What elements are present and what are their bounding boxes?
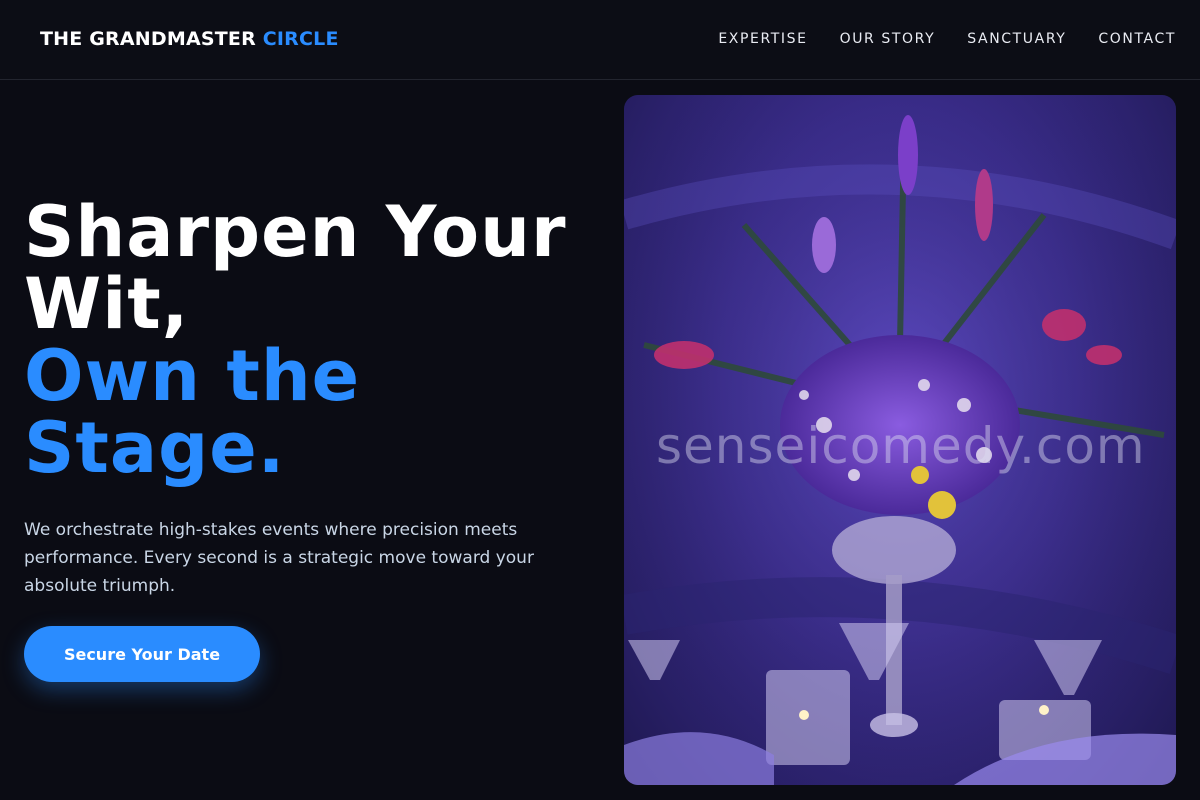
hero-image: senseicomedy.com	[624, 95, 1176, 785]
brand-name-accent: CIRCLE	[262, 28, 339, 50]
nav-link-expertise[interactable]: EXPERTISE	[718, 31, 807, 47]
brand-logo[interactable]: THE GRANDMASTER CIRCLE	[40, 28, 339, 50]
headline-line-3: Own the	[24, 335, 361, 417]
nav-link-sanctuary[interactable]: SANCTUARY	[967, 31, 1066, 47]
watermark-text: senseicomedy.com	[656, 417, 1146, 475]
hero-headline: Sharpen Your Wit, Own the Stage.	[24, 196, 604, 484]
navbar: THE GRANDMASTER CIRCLE EXPERTISE OUR STO…	[0, 0, 1200, 80]
headline-line-1: Sharpen Your	[24, 191, 567, 273]
hero-description: We orchestrate high-stakes events where …	[24, 520, 534, 596]
hero-section: Sharpen Your Wit, Own the Stage. We orch…	[24, 196, 604, 600]
headline-line-2: Wit,	[24, 263, 190, 345]
brand-name: THE GRANDMASTER	[40, 28, 256, 50]
secure-date-button[interactable]: Secure Your Date	[24, 626, 260, 682]
nav-links: EXPERTISE OUR STORY SANCTUARY CONTACT	[686, 31, 1176, 47]
headline-line-4: Stage.	[24, 407, 286, 489]
nav-link-our-story[interactable]: OUR STORY	[840, 31, 936, 47]
nav-link-contact[interactable]: CONTACT	[1098, 31, 1176, 47]
